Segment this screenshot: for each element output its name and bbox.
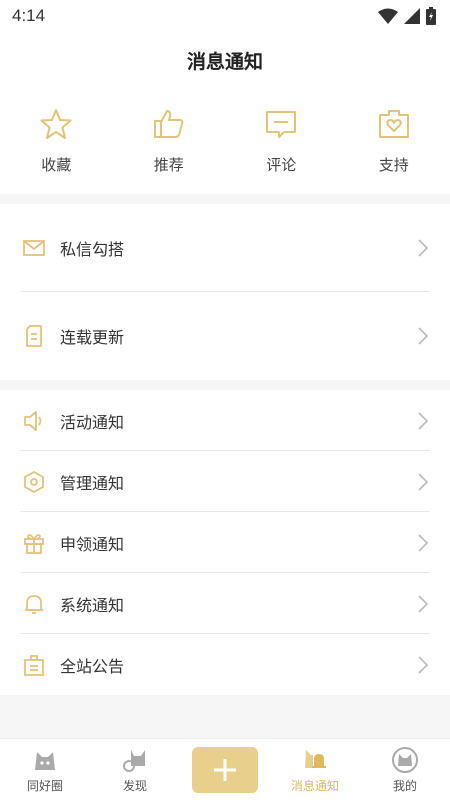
tab-circles[interactable]: 同好圈 <box>0 746 90 794</box>
cat-bell-icon <box>301 746 329 774</box>
row-site-announcement[interactable]: 全站公告 <box>0 634 450 695</box>
row-label: 管理通知 <box>60 473 125 493</box>
row-admin-notice[interactable]: 管理通知 <box>0 451 450 512</box>
quick-item-label: 收藏 <box>41 156 72 174</box>
speaker-icon <box>22 409 46 433</box>
tab-label: 消息通知 <box>290 778 339 793</box>
section-messages: 私信勾搭 连载更新 <box>0 204 450 380</box>
row-claim-notice[interactable]: 申领通知 <box>0 512 450 573</box>
wifi-icon <box>378 8 398 24</box>
quick-item-support[interactable]: 支持 <box>338 88 450 194</box>
status-icons <box>378 7 436 25</box>
add-button[interactable] <box>192 746 258 793</box>
quick-item-label: 支持 <box>378 156 409 174</box>
quick-item-comments[interactable]: 评论 <box>225 88 338 194</box>
row-label: 活动通知 <box>60 412 125 432</box>
tab-label: 同好圈 <box>26 778 63 793</box>
quick-item-recommend[interactable]: 推荐 <box>113 88 226 194</box>
plus-icon <box>214 758 236 781</box>
chevron-right-icon <box>416 594 430 614</box>
row-label: 申领通知 <box>60 534 125 554</box>
row-serial-updates[interactable]: 连载更新 <box>0 292 450 380</box>
chevron-right-icon <box>416 655 430 675</box>
status-bar: 4:14 <box>0 0 450 32</box>
quick-item-favorites[interactable]: 收藏 <box>0 88 113 194</box>
battery-icon <box>426 7 436 25</box>
row-label: 私信勾搭 <box>60 240 125 259</box>
chevron-right-icon <box>416 533 430 553</box>
chevron-right-icon <box>416 238 430 258</box>
star-icon <box>38 106 74 142</box>
mail-icon <box>22 236 46 260</box>
hexagon-icon <box>22 470 46 494</box>
comment-icon <box>263 106 299 142</box>
document-icon <box>22 324 46 348</box>
quick-actions: 收藏 推荐 评论 支持 <box>0 88 450 194</box>
quick-item-label: 评论 <box>266 156 297 174</box>
thumbs-up-icon <box>151 106 187 142</box>
row-system-notice[interactable]: 系统通知 <box>0 573 450 634</box>
status-time: 4:14 <box>12 6 46 25</box>
row-activity-notice[interactable]: 活动通知 <box>0 390 450 451</box>
tab-discover[interactable]: 发现 <box>90 746 180 794</box>
page-title: 消息通知 <box>186 50 263 73</box>
quick-item-label: 推荐 <box>153 156 184 174</box>
bell-icon <box>22 592 46 616</box>
section-notifications: 活动通知 管理通知 申领通知 系统通知 全站公告 <box>0 390 450 695</box>
tab-label: 我的 <box>392 778 417 793</box>
gift-icon <box>22 531 46 555</box>
row-private-messages[interactable]: 私信勾搭 <box>0 204 450 292</box>
row-label: 全站公告 <box>60 656 125 676</box>
cat-avatar-icon <box>391 746 419 774</box>
header: 消息通知 <box>0 32 450 88</box>
chevron-right-icon <box>416 472 430 492</box>
row-label: 系统通知 <box>60 595 125 615</box>
row-label: 连载更新 <box>60 328 125 347</box>
tab-add[interactable] <box>180 746 270 793</box>
cat-ring-icon <box>121 746 149 774</box>
notice-board-icon <box>22 653 46 677</box>
gift-heart-icon <box>376 106 412 142</box>
bottom-tab-bar: 同好圈 发现 消息通知 我的 <box>0 738 450 800</box>
tab-notifications[interactable]: 消息通知 <box>270 746 360 794</box>
cat-circle-icon <box>31 746 59 774</box>
signal-icon <box>404 8 420 24</box>
chevron-right-icon <box>416 326 430 346</box>
chevron-right-icon <box>416 411 430 431</box>
tab-label: 发现 <box>122 778 147 793</box>
tab-me[interactable]: 我的 <box>360 746 450 794</box>
